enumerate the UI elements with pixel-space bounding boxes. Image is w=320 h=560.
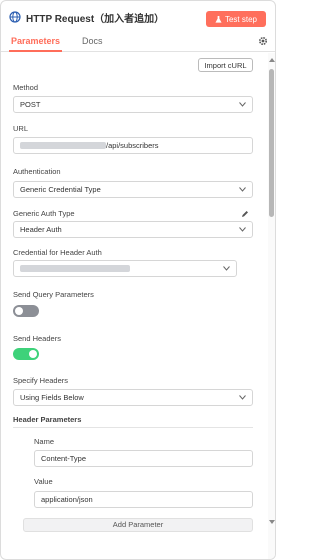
send-query-label: Send Query Parameters	[13, 290, 94, 299]
test-step-button[interactable]: Test step	[206, 11, 266, 27]
credential-label: Credential for Header Auth	[13, 248, 102, 257]
scroll-up-arrow-icon[interactable]	[269, 58, 275, 62]
header-name-input[interactable]: Content-Type	[34, 450, 253, 467]
node-title: HTTP Request（加入者追加）	[26, 14, 165, 25]
import-curl-button[interactable]: Import cURL	[198, 58, 253, 72]
pencil-icon[interactable]	[241, 210, 249, 218]
header-name-label: Name	[34, 437, 55, 446]
url-path: /api/subscribers	[106, 141, 159, 150]
send-headers-toggle[interactable]	[13, 348, 39, 360]
url-input[interactable]: /api/subscribers	[13, 137, 253, 154]
header-value-value: application/json	[41, 495, 93, 504]
authentication-select[interactable]: Generic Credential Type	[13, 181, 253, 198]
generic-auth-type-value: Header Auth	[20, 225, 62, 234]
url-label: URL	[13, 124, 29, 133]
chevron-down-icon	[239, 102, 246, 107]
globe-icon	[9, 11, 21, 23]
generic-auth-type-label: Generic Auth Type	[13, 209, 75, 218]
scrollbar-thumb[interactable]	[269, 69, 274, 217]
divider	[13, 427, 253, 428]
chevron-down-icon	[239, 227, 246, 232]
scroll-down-arrow-icon[interactable]	[269, 520, 275, 524]
specify-headers-select[interactable]: Using Fields Below	[13, 389, 253, 406]
header-name-value: Content-Type	[41, 454, 87, 463]
flask-icon	[215, 15, 222, 23]
redacted-host	[20, 142, 106, 149]
specify-headers-value: Using Fields Below	[20, 393, 84, 402]
gear-icon[interactable]	[258, 36, 268, 46]
header-value-input[interactable]: application/json	[34, 491, 253, 508]
panel-header: HTTP Request（加入者追加） Test step	[1, 1, 275, 33]
generic-auth-type-select[interactable]: Header Auth	[13, 221, 253, 238]
method-value: POST	[20, 100, 41, 109]
redacted-credential	[20, 265, 130, 272]
credential-select[interactable]	[13, 260, 237, 277]
send-headers-label: Send Headers	[13, 334, 61, 343]
node-panel: HTTP Request（加入者追加） Test step Parameters…	[0, 0, 276, 560]
test-step-label: Test step	[224, 14, 257, 24]
chevron-down-icon	[239, 395, 246, 400]
authentication-value: Generic Credential Type	[20, 185, 101, 194]
chevron-down-icon	[223, 266, 230, 271]
method-select[interactable]: POST	[13, 96, 253, 113]
method-label: Method	[13, 83, 39, 92]
tab-bar: Parameters Docs	[1, 34, 275, 52]
parameters-content: Import cURL Method POST URL /api/subscri…	[1, 53, 267, 559]
send-query-toggle[interactable]	[13, 305, 39, 317]
header-parameters-title: Header Parameters	[13, 415, 82, 424]
specify-headers-label: Specify Headers	[13, 376, 69, 385]
add-parameter-button[interactable]: Add Parameter	[23, 518, 253, 532]
chevron-down-icon	[239, 187, 246, 192]
header-value-label: Value	[34, 477, 53, 486]
tab-docs[interactable]: Docs	[82, 34, 103, 52]
authentication-label: Authentication	[13, 167, 61, 176]
tab-parameters[interactable]: Parameters	[9, 34, 63, 52]
